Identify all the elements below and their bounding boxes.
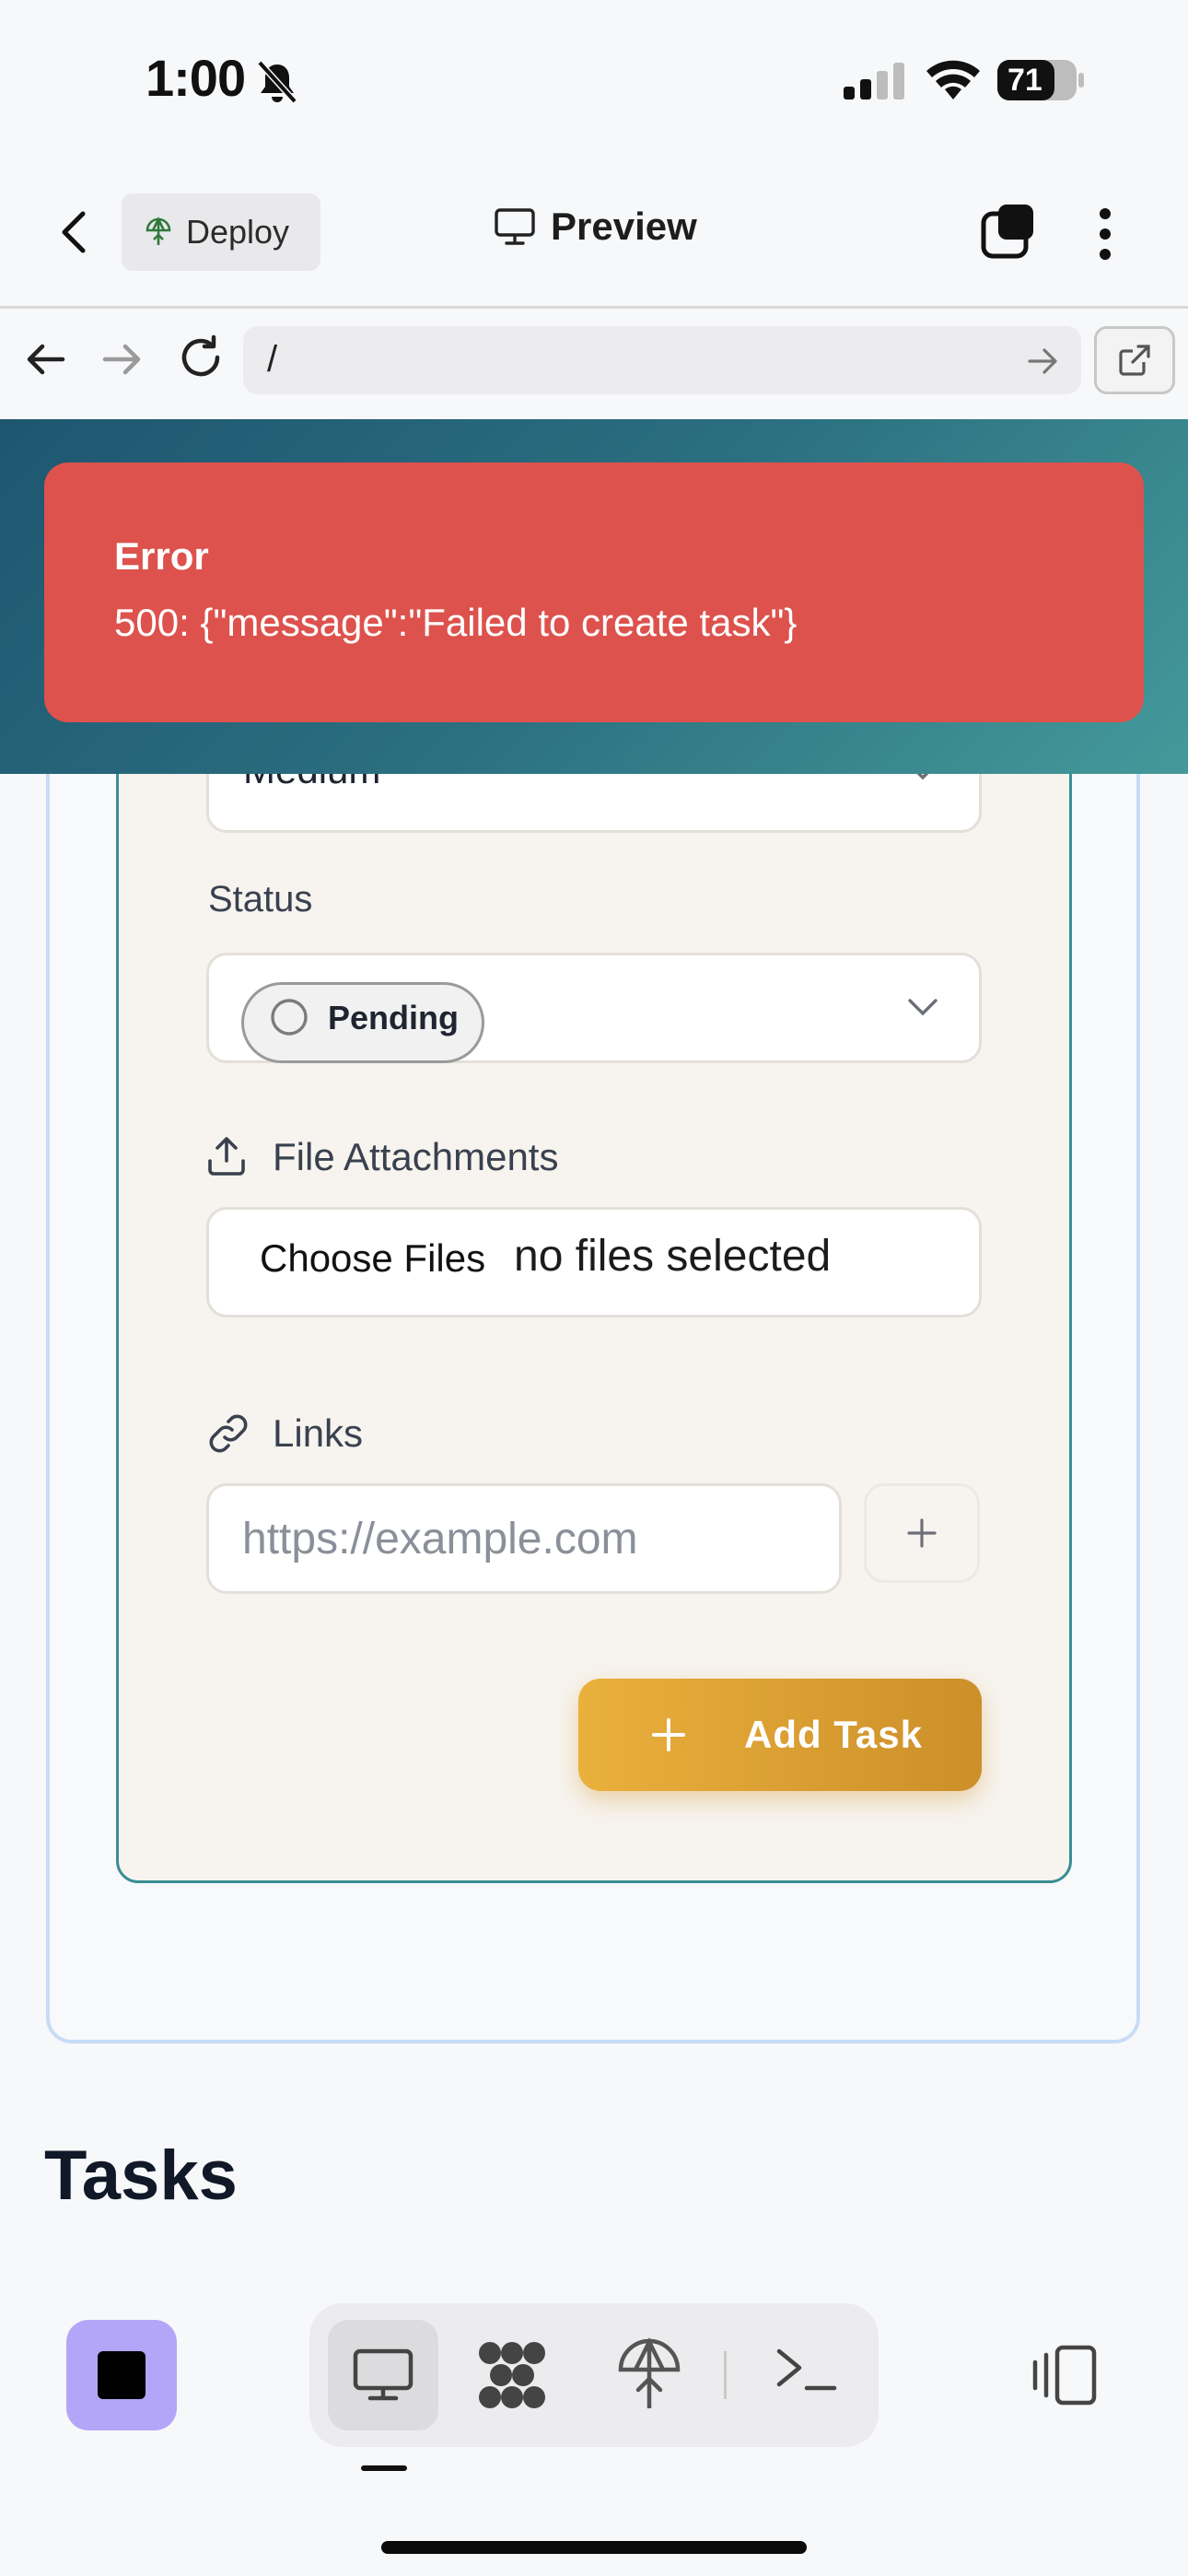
links-label: Links <box>273 1411 364 1455</box>
tasks-heading: Tasks <box>44 2137 238 2215</box>
chevron-down-icon <box>908 999 938 1016</box>
layout-toggle-icon[interactable] <box>1030 2342 1100 2408</box>
external-link-icon <box>1119 345 1150 376</box>
deploy-icon[interactable] <box>615 2335 683 2412</box>
toast-title: Error <box>114 534 209 578</box>
open-external-button[interactable] <box>1094 326 1175 394</box>
no-files-text: no files selected <box>514 1232 832 1281</box>
add-task-label: Add Task <box>744 1713 923 1756</box>
active-tab-indicator <box>361 2465 407 2471</box>
status-label: Status <box>208 879 313 919</box>
pending-circle-icon <box>271 999 308 1036</box>
cellular-signal-icon <box>844 63 904 100</box>
toolbar-divider <box>724 2351 727 2399</box>
deploy-button[interactable]: Deploy <box>122 193 320 271</box>
stop-icon <box>98 2351 146 2399</box>
deploy-label: Deploy <box>186 213 290 251</box>
link-icon <box>209 1414 248 1453</box>
add-task-button[interactable]: Add Task <box>578 1679 982 1791</box>
choose-files-button[interactable]: Choose Files <box>260 1236 485 1281</box>
preview-title-text: Preview <box>551 205 697 248</box>
link-url-input[interactable] <box>206 1483 842 1594</box>
add-link-button[interactable] <box>864 1483 980 1583</box>
chevron-left-icon[interactable] <box>46 203 105 262</box>
stop-button[interactable] <box>66 2320 177 2430</box>
plus-icon <box>907 1518 937 1548</box>
wifi-icon <box>926 60 980 100</box>
monitor-icon <box>353 2348 413 2401</box>
go-arrow-icon[interactable] <box>1024 343 1061 380</box>
more-vertical-icon[interactable] <box>1087 205 1124 263</box>
preview-title: Preview <box>494 205 697 249</box>
tabs-icon[interactable] <box>980 203 1035 262</box>
bell-muted-icon <box>257 60 297 104</box>
attachments-label: File Attachments <box>273 1135 559 1178</box>
arrow-right-icon[interactable] <box>98 335 146 383</box>
error-toast[interactable] <box>44 463 1144 722</box>
agents-icon[interactable] <box>475 2338 549 2412</box>
url-path[interactable]: / <box>267 339 277 381</box>
home-indicator <box>381 2541 807 2554</box>
terminal-icon[interactable] <box>774 2342 840 2401</box>
toast-message: 500: {"message":"Failed to create task"} <box>114 601 798 644</box>
status-time: 1:00 <box>146 49 246 107</box>
upload-icon <box>208 1137 245 1176</box>
status-value: Pending <box>328 999 459 1036</box>
url-field[interactable] <box>243 326 1081 394</box>
monitor-icon <box>495 208 535 245</box>
battery-indicator: 71 <box>996 59 1085 101</box>
desktop-preview-tab[interactable] <box>328 2320 438 2430</box>
arrow-left-icon[interactable] <box>22 335 70 383</box>
plus-icon <box>652 1718 685 1751</box>
deploy-icon <box>146 217 171 245</box>
reload-icon[interactable] <box>175 332 227 383</box>
battery-level: 71 <box>1007 63 1042 98</box>
